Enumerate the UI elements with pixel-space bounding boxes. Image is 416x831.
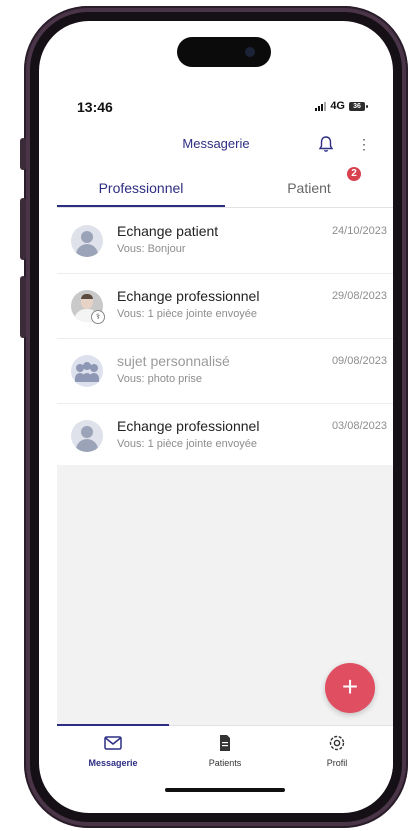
conversation-title: Echange patient bbox=[117, 223, 219, 239]
battery-icon: 36 bbox=[349, 101, 368, 111]
conversation-item[interactable]: ⚕ Echange professionnel Vous: 1 pièce jo… bbox=[57, 274, 393, 339]
conversation-title: Echange professionnel bbox=[117, 418, 260, 434]
bottom-navigation: Messagerie Patients Profil bbox=[57, 724, 393, 780]
nav-label: Messagerie bbox=[88, 758, 138, 768]
bell-icon[interactable] bbox=[318, 135, 334, 153]
conversation-list: Echange patient Vous: Bonjour 24/10/2023… bbox=[57, 209, 393, 469]
avatar bbox=[71, 225, 103, 257]
app-bar: Messagerie ⋮ bbox=[39, 133, 393, 157]
phone-mute-switch bbox=[20, 138, 26, 170]
avatar bbox=[71, 420, 103, 452]
tab-divider bbox=[57, 207, 393, 208]
phone-volume-up-button bbox=[20, 198, 26, 260]
status-time: 13:46 bbox=[77, 99, 113, 115]
page-title: Messagerie bbox=[182, 136, 250, 151]
nav-label: Patients bbox=[208, 758, 242, 768]
conversation-date: 03/08/2023 bbox=[331, 420, 387, 432]
active-tab-indicator bbox=[57, 205, 225, 207]
conversation-date: 09/08/2023 bbox=[331, 355, 387, 367]
document-icon bbox=[220, 735, 230, 751]
nav-messagerie[interactable]: Messagerie bbox=[57, 726, 169, 780]
status-indicators: 4G 36 bbox=[315, 100, 368, 112]
more-vertical-icon[interactable]: ⋮ bbox=[357, 135, 371, 153]
tab-patient[interactable]: Patient bbox=[225, 173, 393, 203]
conversation-title: sujet personnalisé bbox=[117, 353, 230, 369]
notification-badge: 2 bbox=[347, 167, 361, 181]
group-avatar bbox=[71, 355, 103, 387]
tab-professionnel[interactable]: Professionnel bbox=[57, 173, 225, 203]
phone-volume-down-button bbox=[20, 276, 26, 338]
nav-patients[interactable]: Patients bbox=[169, 726, 281, 780]
tab-bar: Professionnel Patient 2 bbox=[57, 167, 393, 209]
new-conversation-button[interactable]: + bbox=[325, 663, 375, 713]
camera-icon bbox=[245, 47, 255, 57]
conversation-title: Echange professionnel bbox=[117, 288, 260, 304]
nav-label: Profil bbox=[326, 758, 348, 768]
stethoscope-icon: ⚕ bbox=[91, 310, 105, 324]
battery-level: 36 bbox=[353, 102, 361, 110]
conversation-item[interactable]: Echange patient Vous: Bonjour 24/10/2023 bbox=[57, 209, 393, 274]
nav-profil[interactable]: Profil bbox=[281, 726, 393, 780]
conversation-item[interactable]: sujet personnalisé Vous: photo prise 09/… bbox=[57, 339, 393, 404]
network-label: 4G bbox=[330, 100, 345, 112]
conversation-subtitle: Vous: 1 pièce jointe envoyée bbox=[117, 308, 258, 320]
mail-icon bbox=[104, 736, 122, 750]
phone-screen: 13:46 4G 36 Messagerie ⋮ Professionnel P… bbox=[39, 21, 393, 813]
conversation-subtitle: Vous: 1 pièce jointe envoyée bbox=[117, 438, 258, 450]
signal-icon bbox=[315, 101, 327, 111]
home-indicator[interactable] bbox=[165, 788, 285, 792]
conversation-subtitle: Vous: photo prise bbox=[117, 373, 203, 385]
conversation-item[interactable]: Echange professionnel Vous: 1 pièce join… bbox=[57, 404, 393, 469]
conversation-subtitle: Vous: Bonjour bbox=[117, 243, 186, 255]
tab-label: Patient bbox=[287, 180, 331, 196]
conversation-date: 24/10/2023 bbox=[331, 225, 387, 237]
gear-icon bbox=[329, 735, 345, 751]
status-bar: 13:46 4G 36 bbox=[39, 99, 393, 119]
tab-label: Professionnel bbox=[98, 180, 184, 196]
dynamic-island bbox=[177, 37, 271, 67]
conversation-date: 29/08/2023 bbox=[331, 290, 387, 302]
